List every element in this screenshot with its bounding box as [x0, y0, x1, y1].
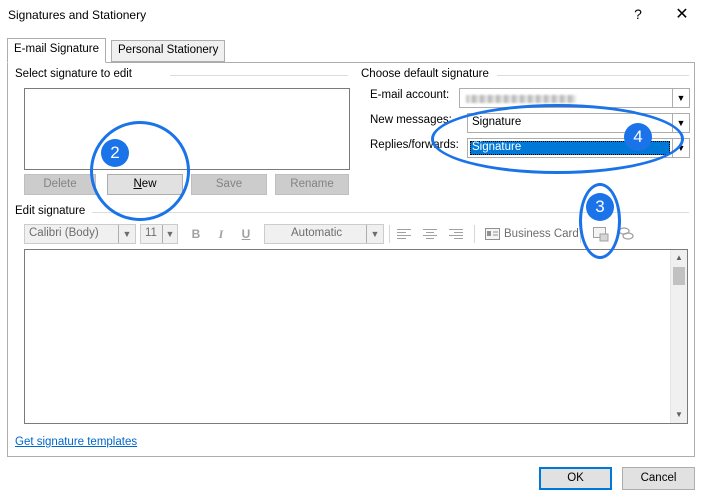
cancel-button[interactable]: Cancel	[622, 467, 695, 490]
toolbar-separator	[474, 225, 475, 243]
font-select[interactable]: Calibri (Body) ▼	[24, 224, 136, 244]
vertical-scrollbar[interactable]: ▲ ▼	[670, 250, 687, 423]
font-value: Calibri (Body)	[29, 227, 99, 239]
help-button[interactable]: ?	[630, 6, 646, 22]
tab-personal-stationery[interactable]: Personal Stationery	[111, 40, 226, 62]
scroll-down-icon[interactable]: ▼	[671, 407, 687, 423]
group-divider	[497, 75, 689, 76]
default-signature-heading: Choose default signature	[361, 68, 489, 80]
chevron-down-icon: ▼	[118, 225, 135, 243]
ok-button[interactable]: OK	[539, 467, 612, 490]
edit-signature-heading: Edit signature	[15, 205, 86, 217]
scrollbar-thumb[interactable]	[673, 267, 685, 285]
group-divider	[170, 75, 348, 76]
delete-button[interactable]: Delete	[24, 174, 96, 195]
chevron-down-icon: ▼	[162, 225, 177, 243]
callout-badge-3: 3	[586, 193, 614, 221]
chevron-down-icon: ▼	[672, 89, 689, 107]
underline-button[interactable]: U	[238, 227, 254, 241]
rename-button[interactable]: Rename	[275, 174, 349, 195]
bold-button[interactable]: B	[188, 227, 204, 241]
scroll-up-icon[interactable]: ▲	[671, 250, 687, 266]
signature-editor[interactable]: ▲ ▼	[24, 249, 688, 424]
font-size-value: 11	[145, 227, 157, 239]
font-color-value: Automatic	[291, 227, 343, 239]
window-title: Signatures and Stationery	[8, 8, 147, 22]
business-card-button[interactable]: Business Card	[504, 228, 579, 240]
font-color-select[interactable]: Automatic ▼	[264, 224, 384, 244]
chevron-down-icon: ▼	[366, 225, 383, 243]
callout-badge-2: 2	[101, 139, 129, 167]
callout-badge-4: 4	[624, 123, 652, 151]
font-size-select[interactable]: 11 ▼	[140, 224, 178, 244]
select-signature-heading: Select signature to edit	[15, 68, 132, 80]
italic-button[interactable]: I	[213, 227, 229, 242]
email-account-label: E-mail account:	[370, 89, 450, 101]
tab-email-signature[interactable]: E-mail Signature	[7, 38, 107, 63]
toolbar-separator	[389, 225, 390, 243]
align-right-icon[interactable]	[448, 228, 464, 240]
callout-circle-2	[90, 121, 190, 221]
get-signature-templates-link[interactable]: Get signature templates	[15, 436, 137, 448]
close-button[interactable]: ✕	[674, 4, 690, 24]
redacted-email	[466, 95, 576, 103]
business-card-icon	[485, 228, 500, 240]
new-messages-label: New messages:	[370, 114, 452, 126]
align-left-icon[interactable]	[396, 228, 412, 240]
align-center-icon[interactable]	[422, 228, 438, 240]
title-bar: Signatures and Stationery ? ✕	[0, 0, 704, 32]
save-button[interactable]: Save	[191, 174, 267, 195]
